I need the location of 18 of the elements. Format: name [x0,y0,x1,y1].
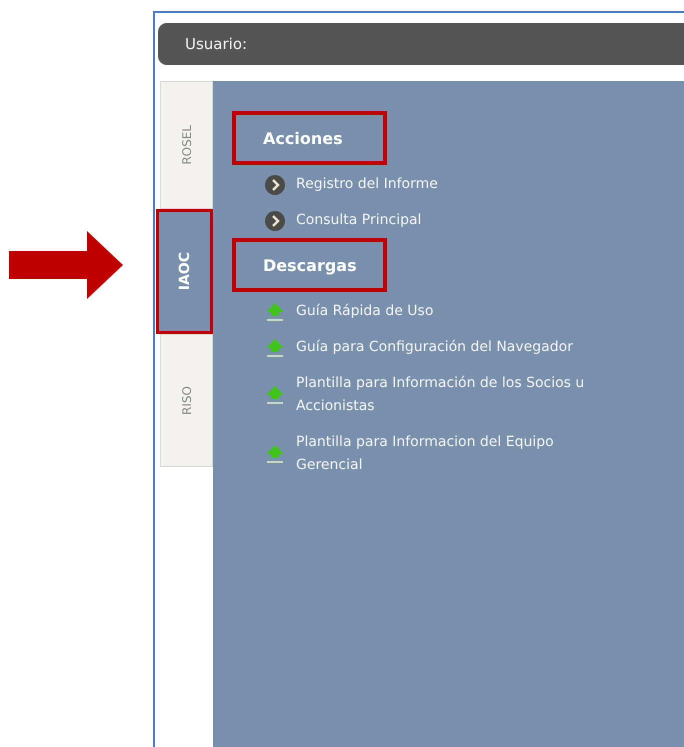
chevron-icon [264,174,286,196]
download-icon [264,384,286,406]
tab[interactable]: ROSEL [160,81,213,209]
section-heading: Descargas [232,238,387,292]
menu-link[interactable]: Guía Rápida de Uso [296,300,434,323]
menu-link[interactable]: Plantilla para Información de los Socios u Accionistas [296,372,614,418]
menu-link[interactable]: Plantilla para Informacion del Equipo Gerencial [296,431,614,477]
chevron-icon [264,210,286,232]
download-icon [264,300,286,322]
section-heading: Acciones [232,111,387,165]
menu-link[interactable]: Registro del Informe [296,173,438,196]
menu-link[interactable]: Guía para Configuración del Navegador [296,336,573,359]
download-icon [264,443,286,465]
menu-link[interactable]: Consulta Principal [296,209,422,232]
tab[interactable]: RISO [160,334,213,467]
user-label: Usuario: [185,35,248,53]
tab[interactable]: IAOC [156,209,213,334]
download-icon [264,336,286,358]
